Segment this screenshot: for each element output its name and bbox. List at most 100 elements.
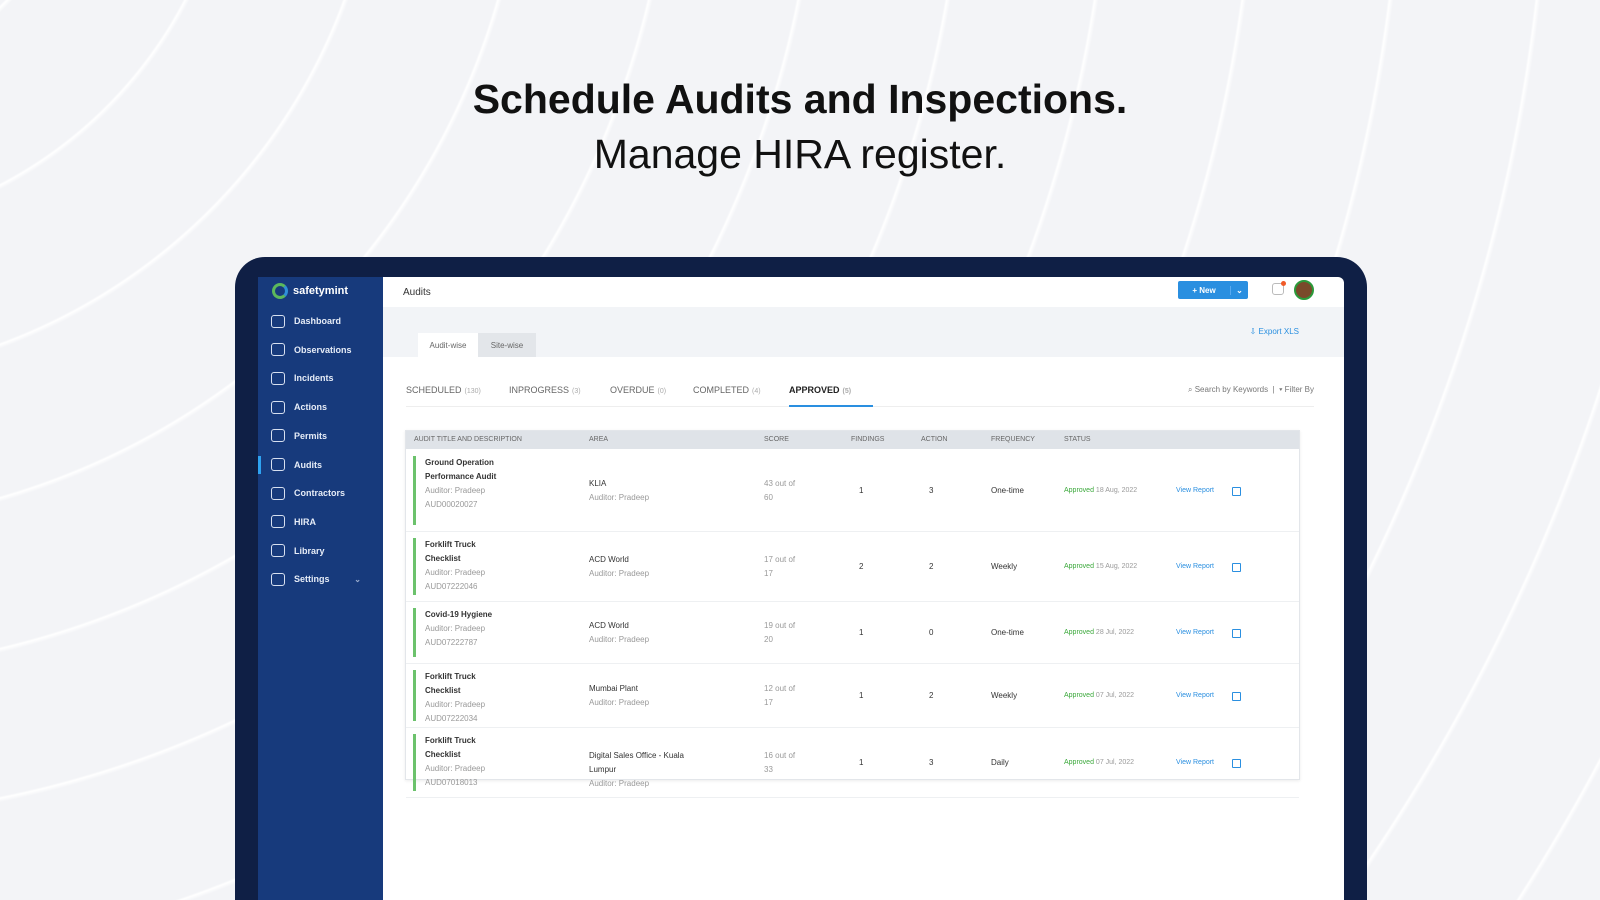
status-cell: Approved 07 Jul, 2022: [1064, 689, 1134, 703]
status-badge: Approved: [1064, 563, 1094, 570]
notification-icon[interactable]: [1272, 281, 1286, 295]
contractors-icon: [271, 486, 285, 500]
tab-count: (130): [464, 388, 481, 395]
findings-count: 1: [859, 691, 864, 700]
settings-icon: [271, 572, 285, 586]
table-row[interactable]: Forklift Truck Checklist Auditor: Pradeep…: [406, 532, 1299, 602]
view-report-link[interactable]: View Report: [1176, 756, 1214, 770]
tab-label[interactable]: OVERDUE: [610, 385, 655, 395]
audits-icon: [271, 458, 285, 471]
action-count: 3: [929, 486, 934, 495]
tab-label[interactable]: INPROGRESS: [509, 385, 569, 395]
table-row[interactable]: Forklift Truck Checklist Auditor: Pradeep…: [406, 728, 1299, 798]
table-row[interactable]: Ground Operation Performance Audit Audito…: [406, 450, 1299, 532]
audit-title[interactable]: Forklift Truck Checklist: [425, 734, 505, 762]
audit-title[interactable]: Forklift Truck Checklist: [425, 670, 505, 698]
open-external-icon[interactable]: [1232, 629, 1241, 638]
brand-logo: safetymint: [272, 283, 348, 299]
audit-id: AUD07222046: [425, 582, 478, 591]
open-external-icon[interactable]: [1232, 759, 1241, 768]
sidebar-item-library[interactable]: Library: [258, 540, 383, 562]
dashboard-icon: [271, 314, 285, 328]
view-report-link[interactable]: View Report: [1176, 560, 1214, 574]
tab-label[interactable]: APPROVED: [789, 385, 840, 395]
tab-audit-wise[interactable]: Audit-wise: [418, 333, 478, 357]
table-row[interactable]: Covid-19 Hygiene Auditor: Pradeep AUD07222…: [406, 602, 1299, 664]
audit-auditor: Auditor: Pradeep: [425, 486, 486, 495]
audit-id: AUD07222787: [425, 638, 478, 647]
sidebar-item-contractors[interactable]: Contractors: [258, 482, 383, 504]
view-report-link[interactable]: View Report: [1176, 484, 1214, 498]
area-cell: KLIA Auditor: Pradeep: [589, 477, 699, 505]
open-external-icon[interactable]: [1232, 692, 1241, 701]
status-badge: Approved: [1064, 629, 1094, 636]
search-label[interactable]: Search by Keywords: [1195, 385, 1268, 394]
row-status-bar: [413, 734, 416, 791]
new-button-label[interactable]: + New: [1178, 286, 1230, 295]
action-count: 3: [929, 758, 934, 767]
tab-count: (0): [657, 388, 667, 395]
app-screen: safetymint Dashboard Observations Incident…: [258, 277, 1344, 900]
area-auditor: Auditor: Pradeep: [589, 698, 650, 707]
column-header: ACTION: [921, 436, 948, 443]
tab-site-wise[interactable]: Site-wise: [478, 333, 536, 357]
tab-inprogress[interactable]: INPROGRESS (3): [509, 385, 581, 407]
audit-title[interactable]: Ground Operation Performance Audit: [425, 456, 505, 484]
tab-scheduled[interactable]: SCHEDULED (130): [406, 385, 481, 407]
area-auditor: Auditor: Pradeep: [589, 569, 650, 578]
sidebar-item-incidents[interactable]: Incidents: [258, 367, 383, 389]
sidebar-item-hira[interactable]: HIRA: [258, 511, 383, 533]
action-count: 2: [929, 691, 934, 700]
area-cell: ACD World Auditor: Pradeep: [589, 553, 699, 581]
audit-title-cell: Ground Operation Performance Audit Audito…: [425, 456, 505, 512]
sidebar-item-observations[interactable]: Observations: [258, 339, 383, 361]
table-row[interactable]: Forklift Truck Checklist Auditor: Pradeep…: [406, 664, 1299, 728]
sidebar-item-label: Contractors: [294, 488, 346, 499]
area-name: ACD World: [589, 555, 629, 564]
audit-title[interactable]: Forklift Truck Checklist: [425, 538, 505, 566]
sidebar-item-permits[interactable]: Permits: [258, 425, 383, 447]
tab-completed[interactable]: COMPLETED (4): [693, 385, 761, 407]
sidebar-item-dashboard[interactable]: Dashboard: [258, 310, 383, 332]
audit-title[interactable]: Covid-19 Hygiene: [425, 608, 505, 622]
column-header: FINDINGS: [851, 436, 885, 443]
export-xls-link[interactable]: ⇩ Export XLS: [1250, 327, 1299, 336]
sidebar-item-actions[interactable]: Actions: [258, 396, 383, 418]
tab-overdue[interactable]: OVERDUE (0): [610, 385, 666, 407]
open-external-icon[interactable]: [1232, 563, 1241, 572]
audit-title-cell: Forklift Truck Checklist Auditor: Pradeep…: [425, 670, 505, 726]
tab-label[interactable]: SCHEDULED: [406, 385, 462, 395]
sidebar-item-label: Dashboard: [294, 316, 342, 326]
filter-button[interactable]: ▾ Filter By: [1279, 385, 1314, 394]
chevron-down-icon[interactable]: ⌄: [354, 575, 361, 584]
filter-label[interactable]: Filter By: [1285, 385, 1314, 394]
tab-label[interactable]: COMPLETED: [693, 385, 749, 395]
tab-approved[interactable]: APPROVED (5): [789, 385, 873, 407]
sidebar-item-label: Actions: [294, 402, 328, 413]
findings-count: 1: [859, 628, 864, 637]
view-report-link[interactable]: View Report: [1176, 689, 1214, 703]
column-header: AUDIT TITLE AND DESCRIPTION: [414, 436, 522, 443]
new-button[interactable]: + New ⌄: [1178, 281, 1248, 299]
hero-subheadline: Manage HIRA register.: [593, 131, 1007, 177]
audit-auditor: Auditor: Pradeep: [425, 568, 486, 577]
open-external-icon[interactable]: [1232, 487, 1241, 496]
findings-count: 1: [859, 758, 864, 767]
status-date: 18 Aug, 2022: [1095, 487, 1138, 494]
new-dropdown-icon[interactable]: ⌄: [1230, 285, 1248, 295]
frequency: One-time: [991, 486, 1024, 495]
audit-auditor: Auditor: Pradeep: [425, 764, 486, 773]
search-keywords[interactable]: ⌕ Search by Keywords: [1188, 385, 1268, 394]
export-label[interactable]: Export XLS: [1259, 327, 1299, 336]
sidebar-item-audits[interactable]: Audits: [258, 454, 383, 476]
view-report-link[interactable]: View Report: [1176, 626, 1214, 640]
area-name: ACD World: [589, 621, 629, 630]
area-auditor: Auditor: Pradeep: [589, 635, 650, 644]
score: 19 out of 20: [764, 621, 796, 644]
sidebar-item-settings[interactable]: Settings ⌄: [258, 568, 383, 590]
sidebar-item-label: Permits: [294, 430, 328, 441]
audit-title-cell: Forklift Truck Checklist Auditor: Pradeep…: [425, 538, 505, 594]
score: 43 out of 60: [764, 479, 796, 502]
avatar[interactable]: [1294, 280, 1314, 300]
page-title: Audits: [403, 286, 431, 298]
